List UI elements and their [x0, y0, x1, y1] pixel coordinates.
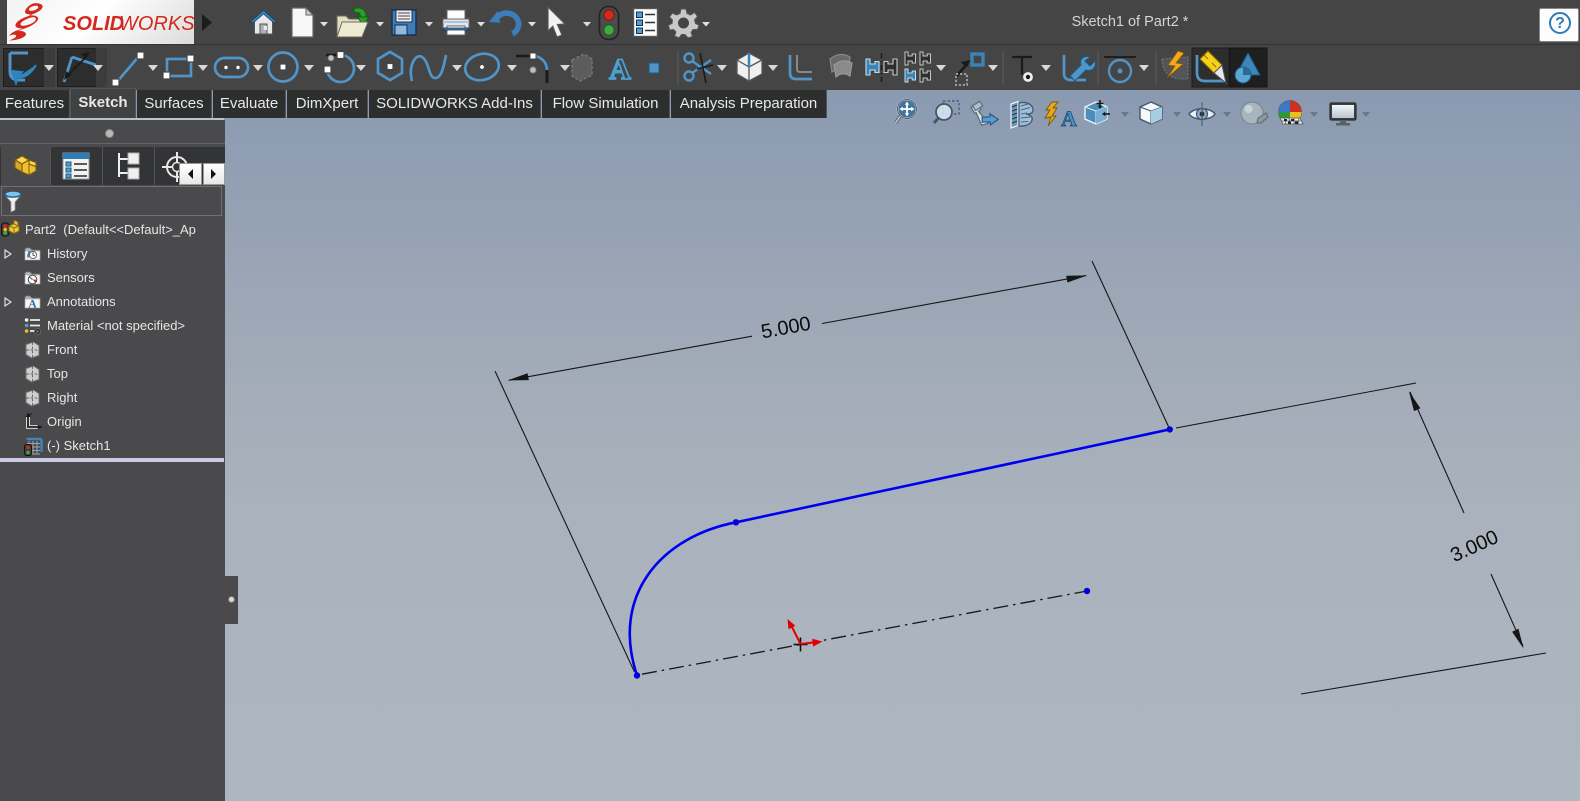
- svg-text:3.000: 3.000: [1447, 526, 1502, 567]
- svg-text:5.000: 5.000: [759, 313, 812, 344]
- svg-text:SOLID: SOLID: [63, 13, 124, 35]
- svg-text:A: A: [609, 53, 631, 86]
- svg-text:WORKS: WORKS: [119, 13, 194, 35]
- svg-text:A: A: [1061, 106, 1077, 130]
- svg-text:A: A: [28, 299, 37, 311]
